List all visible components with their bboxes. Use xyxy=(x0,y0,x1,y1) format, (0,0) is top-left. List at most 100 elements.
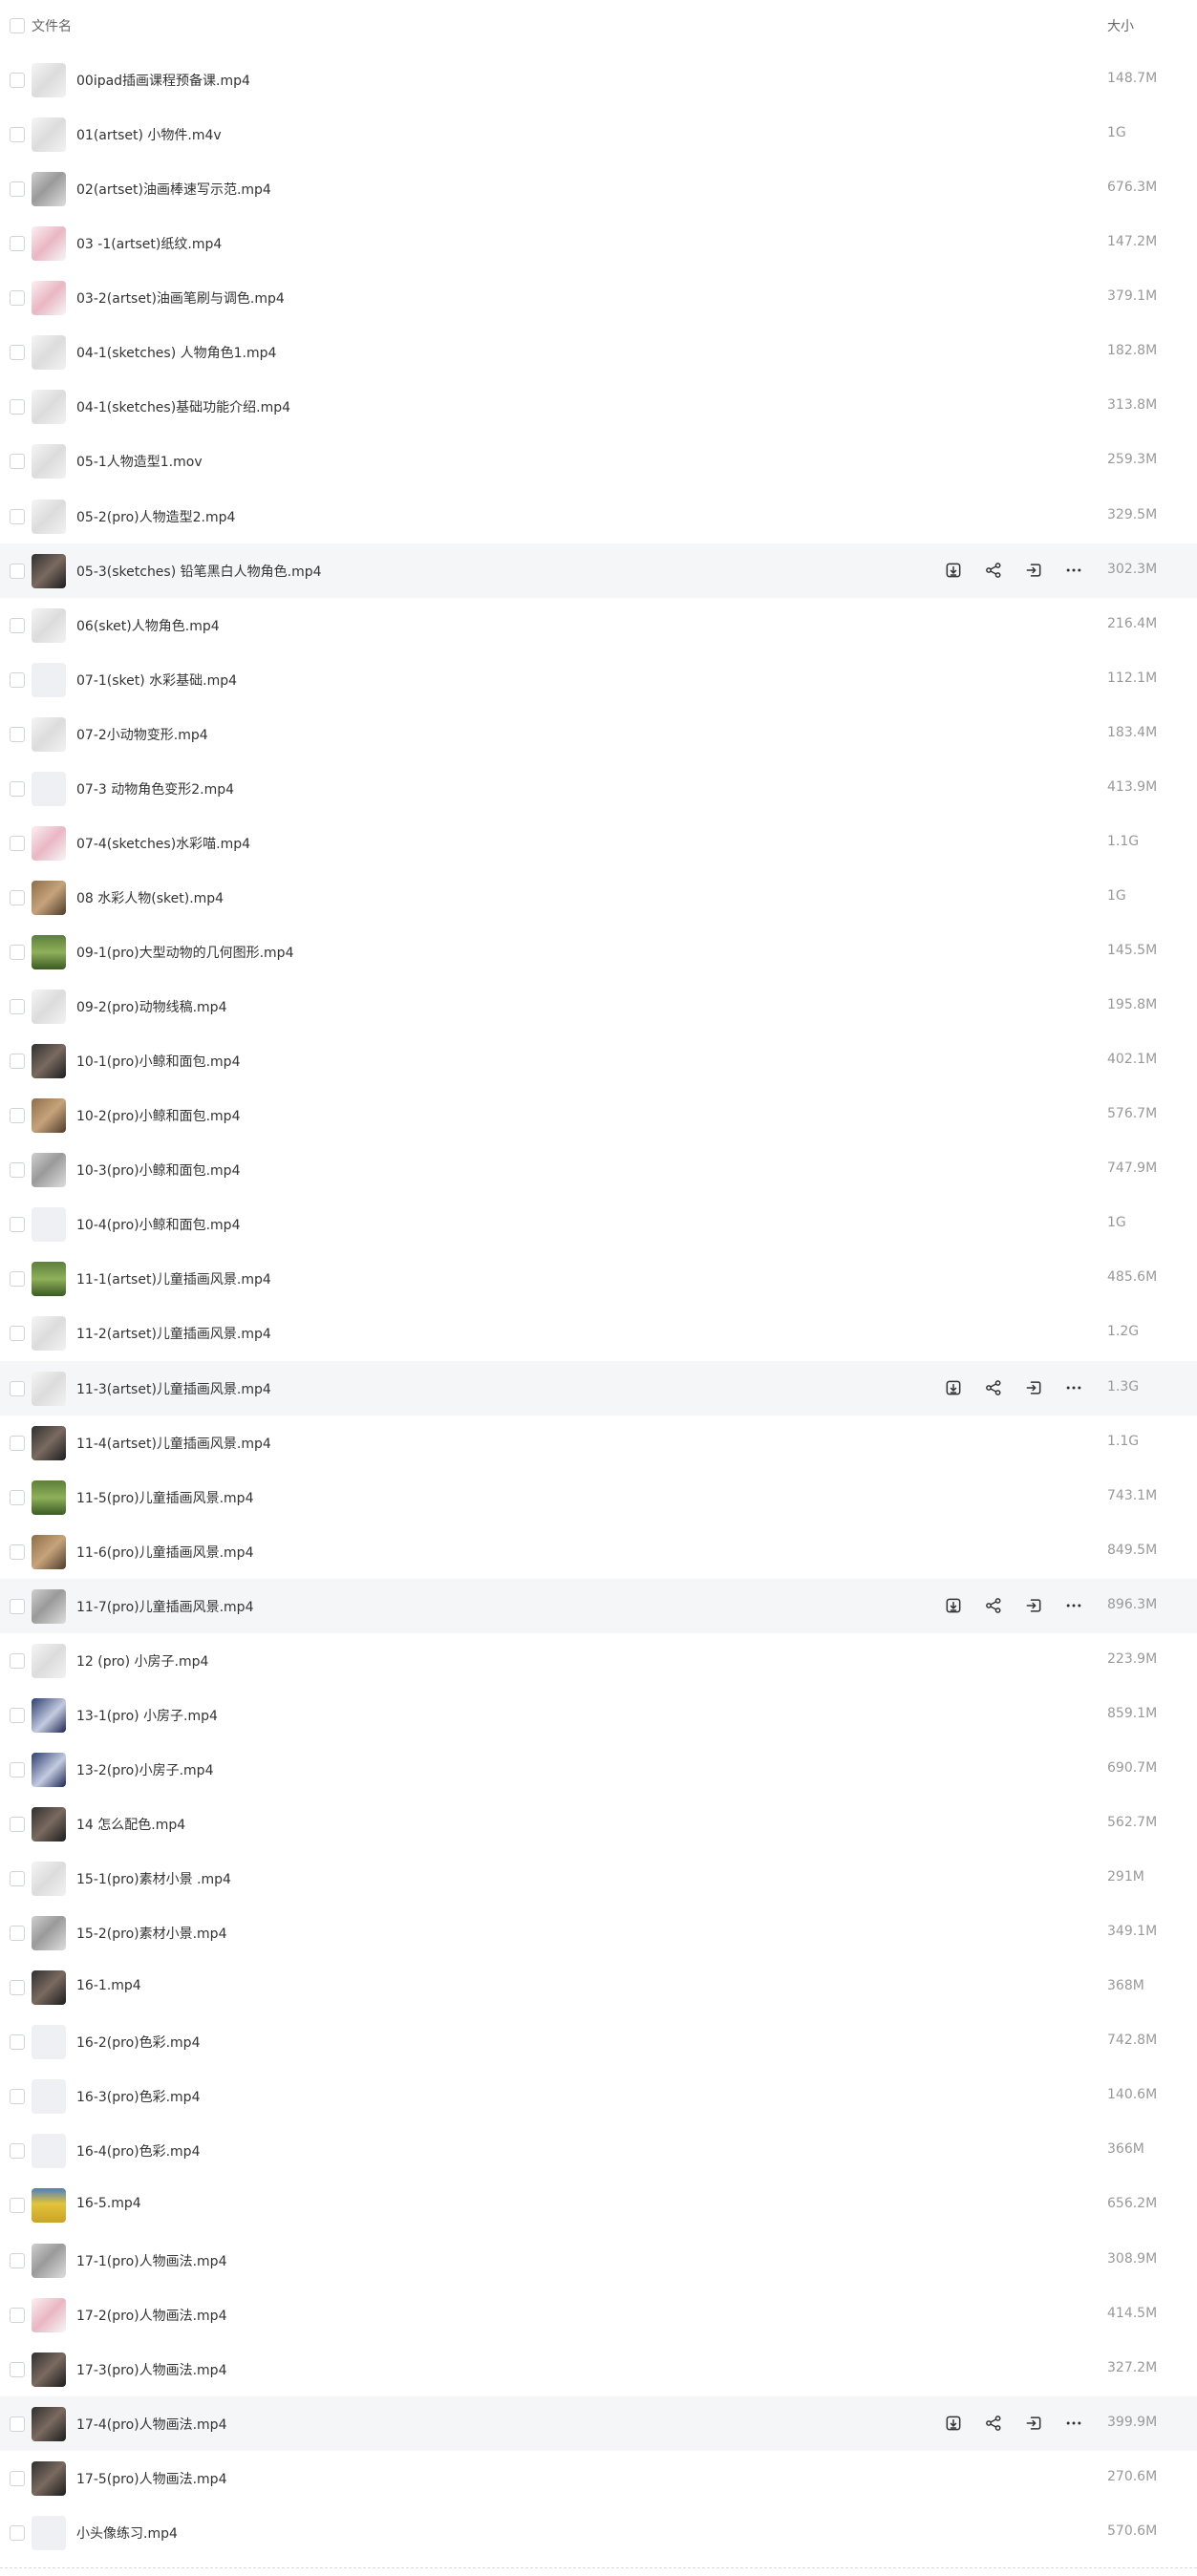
file-name[interactable]: 16-5.mp4 xyxy=(76,2196,141,2211)
file-thumbnail[interactable] xyxy=(32,1697,66,1733)
file-name[interactable]: 11-3(artset)儿童插画风景.mp4 xyxy=(76,1379,271,1398)
file-name[interactable]: 16-3(pro)色彩.mp4 xyxy=(76,2087,200,2106)
file-row[interactable]: 17-3(pro)人物画法.mp4 327.2M xyxy=(0,2342,1197,2396)
file-thumbnail[interactable] xyxy=(32,2188,66,2224)
row-checkbox[interactable] xyxy=(10,1871,25,1887)
file-row[interactable]: 10-4(pro)小鲸和面包.mp4 1G xyxy=(0,1197,1197,1251)
file-thumbnail[interactable] xyxy=(32,444,66,479)
row-checkbox[interactable] xyxy=(10,780,25,797)
row-checkbox[interactable] xyxy=(10,1707,25,1723)
row-checkbox[interactable] xyxy=(10,563,25,579)
file-name[interactable]: 04-1(sketches)基础功能介绍.mp4 xyxy=(76,397,290,416)
row-checkbox[interactable] xyxy=(10,617,25,633)
row-checkbox[interactable] xyxy=(10,2034,25,2051)
file-name[interactable]: 14 怎么配色.mp4 xyxy=(76,1815,185,1834)
file-row[interactable]: 07-1(sket) 水彩基础.mp4 112.1M xyxy=(0,652,1197,707)
download-icon[interactable] xyxy=(942,2412,965,2435)
file-name[interactable]: 09-1(pro)大型动物的几何图形.mp4 xyxy=(76,943,293,962)
row-checkbox[interactable] xyxy=(10,1980,25,1996)
file-name[interactable]: 07-1(sket) 水彩基础.mp4 xyxy=(76,671,237,690)
row-checkbox[interactable] xyxy=(10,399,25,415)
file-name[interactable]: 00ipad插画课程预备课.mp4 xyxy=(76,71,250,90)
file-thumbnail[interactable] xyxy=(32,172,66,207)
file-row[interactable]: 10-1(pro)小鲸和面包.mp4 402.1M xyxy=(0,1033,1197,1088)
file-row[interactable]: 10-2(pro)小鲸和面包.mp4 576.7M xyxy=(0,1088,1197,1142)
file-thumbnail[interactable] xyxy=(32,390,66,425)
file-thumbnail[interactable] xyxy=(32,2297,66,2332)
file-name[interactable]: 16-4(pro)色彩.mp4 xyxy=(76,2141,200,2161)
file-row[interactable]: 02(artset)油画棒速写示范.mp4 676.3M xyxy=(0,161,1197,216)
file-row[interactable]: 04-1(sketches)基础功能介绍.mp4 313.8M xyxy=(0,379,1197,434)
row-checkbox[interactable] xyxy=(10,889,25,905)
file-thumbnail[interactable] xyxy=(32,825,66,861)
file-row[interactable]: 16-1.mp4 368M xyxy=(0,1960,1197,2014)
column-header-filename[interactable]: 文件名 xyxy=(32,16,72,35)
file-row[interactable]: 05-3(sketches) 铅笔黑白人物角色.mp4 302.3M xyxy=(0,543,1197,598)
file-thumbnail[interactable] xyxy=(32,1262,66,1297)
file-thumbnail[interactable] xyxy=(32,880,66,915)
row-checkbox[interactable] xyxy=(10,1435,25,1451)
file-row[interactable]: 16-5.mp4 656.2M xyxy=(0,2178,1197,2232)
row-checkbox[interactable] xyxy=(10,1489,25,1505)
file-thumbnail[interactable] xyxy=(32,117,66,153)
file-row[interactable]: 17-1(pro)人物画法.mp4 308.9M xyxy=(0,2233,1197,2288)
row-checkbox[interactable] xyxy=(10,1380,25,1396)
file-row[interactable]: 06(sket)人物角色.mp4 216.4M xyxy=(0,598,1197,652)
file-thumbnail[interactable] xyxy=(32,1588,66,1624)
row-checkbox[interactable] xyxy=(10,1326,25,1342)
file-name[interactable]: 10-2(pro)小鲸和面包.mp4 xyxy=(76,1106,240,1125)
row-checkbox[interactable] xyxy=(10,2361,25,2377)
row-checkbox[interactable] xyxy=(10,454,25,470)
file-thumbnail[interactable] xyxy=(32,1862,66,1897)
file-thumbnail[interactable] xyxy=(32,1643,66,1678)
row-checkbox[interactable] xyxy=(10,671,25,688)
file-name[interactable]: 17-5(pro)人物画法.mp4 xyxy=(76,2469,226,2488)
move-icon[interactable] xyxy=(1022,1594,1045,1617)
move-icon[interactable] xyxy=(1022,1376,1045,1399)
file-thumbnail[interactable] xyxy=(32,281,66,316)
file-name[interactable]: 17-1(pro)人物画法.mp4 xyxy=(76,2251,226,2270)
more-icon[interactable] xyxy=(1062,1376,1085,1399)
file-row[interactable]: 17-2(pro)人物画法.mp4 414.5M xyxy=(0,2288,1197,2342)
file-name[interactable]: 07-4(sketches)水彩喵.mp4 xyxy=(76,834,250,853)
row-checkbox[interactable] xyxy=(10,1054,25,1070)
file-thumbnail[interactable] xyxy=(32,607,66,643)
file-row[interactable]: 16-4(pro)色彩.mp4 366M xyxy=(0,2123,1197,2178)
file-row[interactable]: 14 怎么配色.mp4 562.7M xyxy=(0,1797,1197,1851)
file-row[interactable]: 09-2(pro)动物线稿.mp4 195.8M xyxy=(0,979,1197,1033)
file-thumbnail[interactable] xyxy=(32,2243,66,2278)
row-checkbox[interactable] xyxy=(10,290,25,307)
row-checkbox[interactable] xyxy=(10,1543,25,1560)
download-icon[interactable] xyxy=(942,1594,965,1617)
file-thumbnail[interactable] xyxy=(32,226,66,262)
row-checkbox[interactable] xyxy=(10,2470,25,2486)
file-name[interactable]: 02(artset)油画棒速写示范.mp4 xyxy=(76,180,271,199)
file-thumbnail[interactable] xyxy=(32,1044,66,1079)
file-name[interactable]: 03-2(artset)油画笔刷与调色.mp4 xyxy=(76,288,285,308)
file-row[interactable]: 07-4(sketches)水彩喵.mp4 1.1G xyxy=(0,816,1197,870)
row-checkbox[interactable] xyxy=(10,2416,25,2432)
file-thumbnail[interactable] xyxy=(32,2134,66,2169)
download-icon[interactable] xyxy=(942,1376,965,1399)
row-checkbox[interactable] xyxy=(10,2252,25,2268)
file-thumbnail[interactable] xyxy=(32,2352,66,2387)
file-row[interactable]: 11-1(artset)儿童插画风景.mp4 485.6M xyxy=(0,1251,1197,1306)
file-row[interactable]: 03 -1(artset)纸纹.mp4 147.2M xyxy=(0,216,1197,270)
share-icon[interactable] xyxy=(982,1594,1005,1617)
file-name[interactable]: 17-3(pro)人物画法.mp4 xyxy=(76,2360,226,2379)
row-checkbox[interactable] xyxy=(10,945,25,960)
file-row[interactable]: 11-5(pro)儿童插画风景.mp4 743.1M xyxy=(0,1470,1197,1524)
row-checkbox[interactable] xyxy=(10,2524,25,2541)
file-row[interactable]: 07-3 动物角色变形2.mp4 413.9M xyxy=(0,761,1197,816)
file-thumbnail[interactable] xyxy=(32,1316,66,1352)
file-thumbnail[interactable] xyxy=(32,716,66,752)
row-checkbox[interactable] xyxy=(10,236,25,252)
file-name[interactable]: 11-4(artset)儿童插画风景.mp4 xyxy=(76,1434,271,1453)
share-icon[interactable] xyxy=(982,559,1005,582)
row-checkbox[interactable] xyxy=(10,345,25,361)
file-thumbnail[interactable] xyxy=(32,499,66,534)
file-thumbnail[interactable] xyxy=(32,2406,66,2441)
file-name[interactable]: 11-2(artset)儿童插画风景.mp4 xyxy=(76,1324,271,1343)
row-checkbox[interactable] xyxy=(10,1108,25,1124)
row-checkbox[interactable] xyxy=(10,1817,25,1832)
